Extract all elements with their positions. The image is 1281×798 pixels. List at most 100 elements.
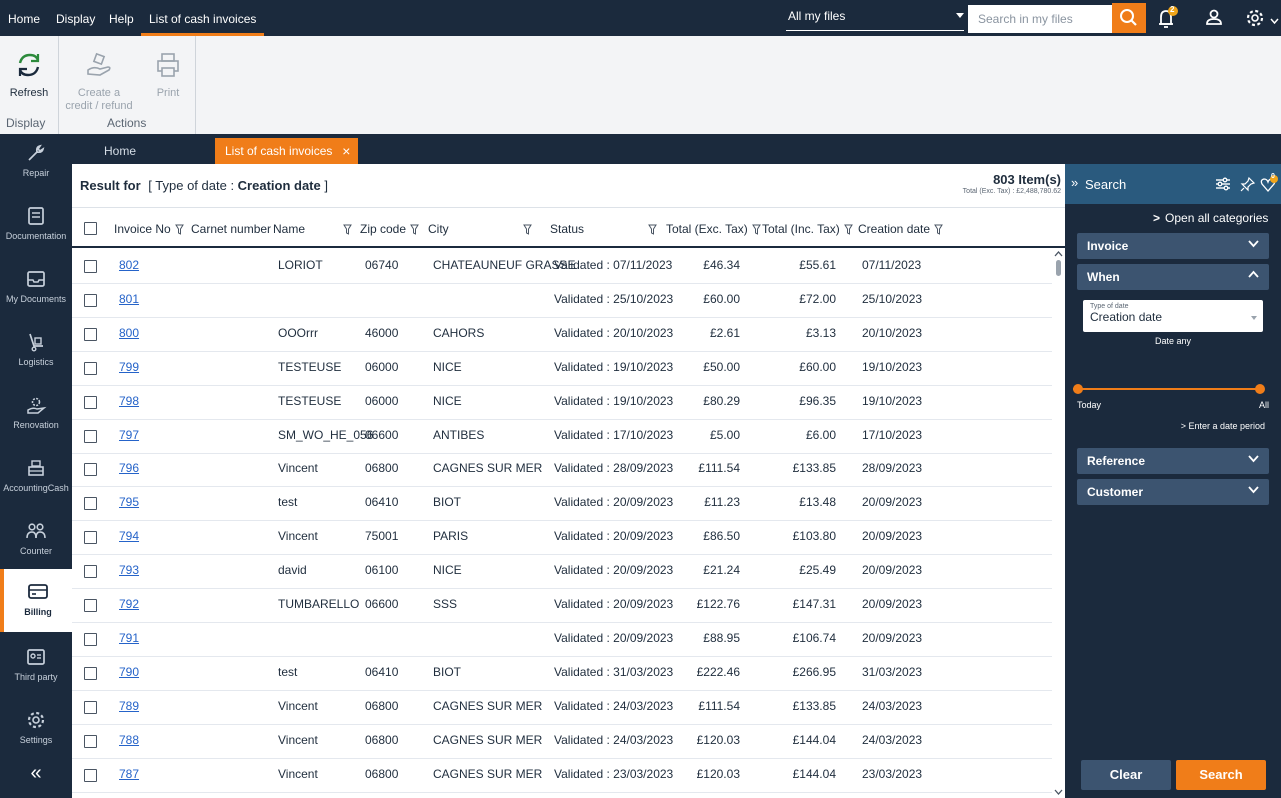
table-row[interactable]: 801 Validated : 25/10/2023 £60.00 £72.00 25/… <box>72 284 1052 318</box>
invoice-number-link[interactable]: 792 <box>119 597 139 611</box>
menu-display[interactable]: Display <box>56 0 95 36</box>
scroll-down-icon[interactable] <box>1054 788 1063 796</box>
row-checkbox[interactable] <box>84 293 97 307</box>
invoice-number-link[interactable]: 802 <box>119 258 139 272</box>
row-checkbox[interactable] <box>84 497 97 511</box>
column-header-total-inc-tax[interactable]: Total (Inc. Tax) <box>762 208 853 248</box>
invoice-number-link[interactable]: 789 <box>119 699 139 713</box>
invoice-number-link[interactable]: 796 <box>119 461 139 475</box>
filter-icon[interactable] <box>751 224 761 235</box>
tab-home[interactable]: Home <box>94 138 146 164</box>
favorites-heart-icon[interactable] <box>1260 175 1278 193</box>
row-checkbox[interactable] <box>84 531 97 545</box>
table-row[interactable]: 802 LORIOT 06740 CHATEAUNEUF GRASSE Validate… <box>72 250 1052 284</box>
row-checkbox[interactable] <box>84 666 97 680</box>
slider-handle-min[interactable] <box>1073 384 1083 394</box>
column-header-name[interactable]: Name <box>273 208 352 248</box>
table-row[interactable]: 791 Validated : 20/09/2023 £88.95 £106.74 20… <box>72 623 1052 657</box>
table-row[interactable]: 794 Vincent 75001 PARIS Validated : 20/09/20… <box>72 521 1052 556</box>
type-of-date-select[interactable]: Type of date Creation date <box>1083 300 1263 332</box>
table-row[interactable]: 799 TESTEUSE 06000 NICE Validated : 19/10/20… <box>72 352 1052 386</box>
user-profile-button[interactable] <box>1203 6 1229 30</box>
column-header-total-exc-tax[interactable]: Total (Exc. Tax) <box>666 208 761 248</box>
row-checkbox[interactable] <box>84 768 97 782</box>
sidebar-item-third-party[interactable]: Third party <box>0 638 72 700</box>
category-invoice[interactable]: Invoice <box>1077 233 1269 259</box>
menu-help[interactable]: Help <box>109 0 134 36</box>
menu-list-of-cash-invoices[interactable]: List of cash invoices <box>141 0 265 36</box>
tab-list-of-cash-invoices[interactable]: List of cash invoices × <box>215 138 359 164</box>
top-search-input[interactable] <box>968 5 1112 33</box>
sidebar-item-renovation[interactable]: Renovation <box>0 386 72 448</box>
table-row[interactable]: 798 TESTEUSE 06000 NICE Validated : 19/10/20… <box>72 386 1052 420</box>
sidebar-item-settings[interactable]: Settings <box>0 701 72 763</box>
invoice-number-link[interactable]: 794 <box>119 529 139 543</box>
close-icon[interactable]: × <box>342 138 350 164</box>
row-checkbox[interactable] <box>84 463 97 477</box>
enter-date-period-link[interactable]: > Enter a date period <box>1065 421 1265 431</box>
filter-icon[interactable] <box>843 224 853 235</box>
table-row[interactable]: 797 SM_WO_HE_056 06600 ANTIBES Validated : 1… <box>72 420 1052 454</box>
filter-icon[interactable] <box>410 224 419 235</box>
column-header-status[interactable]: Status <box>550 208 657 248</box>
row-checkbox[interactable] <box>84 700 97 714</box>
search-button[interactable]: Search <box>1176 760 1266 790</box>
sidebar-item-my-documents[interactable]: My Documents <box>0 260 72 322</box>
date-range-slider-track[interactable] <box>1073 388 1261 390</box>
open-all-categories-link[interactable]: > Open all categories <box>1153 211 1268 225</box>
menu-home[interactable]: Home <box>8 0 40 36</box>
vertical-scrollbar[interactable] <box>1052 250 1065 798</box>
category-reference[interactable]: Reference <box>1077 448 1269 474</box>
scroll-up-icon[interactable] <box>1054 250 1063 258</box>
column-header-invoice-no[interactable]: Invoice No <box>114 208 184 248</box>
row-checkbox[interactable] <box>84 361 97 375</box>
invoice-number-link[interactable]: 801 <box>119 292 139 306</box>
files-scope-select[interactable]: All my files <box>786 5 964 31</box>
chevron-down-icon[interactable] <box>1270 14 1279 28</box>
table-row[interactable]: 792 TUMBARELLO 06600 SSS Validated : 20/09/2… <box>72 589 1052 623</box>
invoice-number-link[interactable]: 795 <box>119 495 139 509</box>
sidebar-item-accountingcash[interactable]: AccountingCash <box>0 449 72 511</box>
clear-button[interactable]: Clear <box>1081 760 1171 790</box>
row-checkbox[interactable] <box>84 599 97 612</box>
sliders-icon[interactable] <box>1215 176 1231 192</box>
invoice-number-link[interactable]: 797 <box>119 428 139 442</box>
category-customer[interactable]: Customer <box>1077 479 1269 505</box>
slider-handle-max[interactable] <box>1255 384 1265 394</box>
table-row[interactable]: 800 OOOrrr 46000 CAHORS Validated : 20/10/20… <box>72 318 1052 352</box>
settings-button[interactable] <box>1243 6 1269 30</box>
table-row[interactable]: 796 Vincent 06800 CAGNES SUR MER Validated :… <box>72 453 1052 488</box>
sidebar-item-billing[interactable]: Billing <box>0 569 72 632</box>
filter-icon[interactable] <box>174 224 184 235</box>
row-checkbox[interactable] <box>84 632 97 646</box>
column-header-zip-code[interactable]: Zip code <box>360 208 419 248</box>
filter-icon[interactable] <box>343 224 352 235</box>
table-row[interactable]: 787 Vincent 06800 CAGNES SUR MER Validated :… <box>72 759 1052 793</box>
table-row[interactable]: 789 Vincent 06800 CAGNES SUR MER Validated :… <box>72 691 1052 725</box>
column-header-creation-date[interactable]: Creation date <box>858 208 943 248</box>
top-search-button[interactable] <box>1112 3 1146 33</box>
column-header-city[interactable]: City <box>428 208 532 248</box>
row-checkbox[interactable] <box>84 565 97 579</box>
filter-icon[interactable] <box>934 224 943 235</box>
filter-icon[interactable] <box>522 224 532 235</box>
sidebar-item-documentation[interactable]: Documentation <box>0 197 72 259</box>
notifications-button[interactable]: 2 <box>1154 5 1180 30</box>
invoice-number-link[interactable]: 800 <box>119 326 139 340</box>
row-checkbox[interactable] <box>84 429 97 443</box>
row-checkbox[interactable] <box>84 734 97 748</box>
invoice-number-link[interactable]: 787 <box>119 767 139 781</box>
collapse-panel-icon[interactable]: » <box>1071 175 1078 190</box>
sidebar-item-repair[interactable]: Repair <box>0 134 72 196</box>
pin-icon[interactable] <box>1240 176 1256 192</box>
create-credit-refund-button[interactable]: Create a credit / refund <box>62 50 136 113</box>
table-row[interactable]: 790 test 06410 BIOT Validated : 31/03/2023 £2… <box>72 657 1052 691</box>
row-checkbox[interactable] <box>84 327 97 341</box>
invoice-number-link[interactable]: 799 <box>119 360 139 374</box>
refresh-button[interactable]: Refresh <box>4 50 54 100</box>
row-checkbox[interactable] <box>84 395 97 409</box>
invoice-number-link[interactable]: 798 <box>119 394 139 408</box>
table-row[interactable]: 788 Vincent 06800 CAGNES SUR MER Validated :… <box>72 725 1052 759</box>
scrollbar-thumb[interactable] <box>1056 260 1061 276</box>
select-all-checkbox[interactable] <box>84 222 97 235</box>
